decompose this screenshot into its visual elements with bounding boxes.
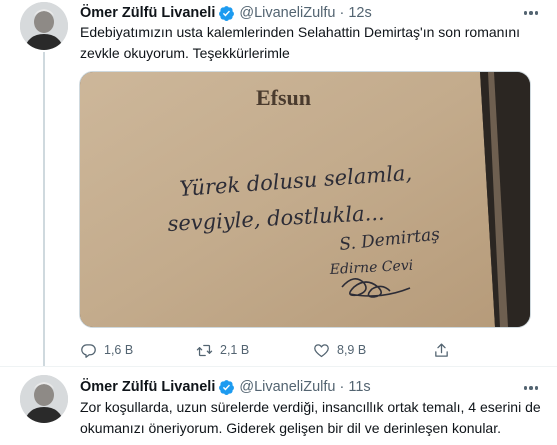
tweet-header: Ömer Zülfü Livaneli @LivaneliZulfu · 12s <box>80 3 372 23</box>
share-button[interactable] <box>433 342 457 359</box>
author-handle[interactable]: @LivaneliZulfu <box>239 5 335 21</box>
retweet-count: 2,1 B <box>220 343 250 357</box>
tweet-photo[interactable]: Efsun Yürek dolusu selamla, sevgiyle, do… <box>79 71 531 328</box>
tweet-text-line: zevkle okuyorum. Teşekkürlerimle <box>80 45 290 61</box>
tweet-text: Zor koşullarda, uzun sürelerde verdiği, … <box>80 397 541 439</box>
retweet-icon <box>196 344 213 356</box>
tweet-timestamp[interactable]: 12s <box>348 5 371 21</box>
reply-button[interactable]: 1,6 B <box>80 342 196 359</box>
tweet-actions: 1,6 B 2,1 B 8,9 B <box>80 341 457 359</box>
retweet-button[interactable]: 2,1 B <box>196 342 313 359</box>
author-name[interactable]: Ömer Zülfü Livaneli <box>80 5 215 21</box>
verified-badge-icon <box>219 5 235 21</box>
more-options-icon[interactable] <box>521 6 541 20</box>
separator-dot: · <box>339 5 345 21</box>
book-title: Efsun <box>256 85 311 110</box>
separator-dot: · <box>339 379 345 395</box>
more-options-icon[interactable] <box>521 381 541 395</box>
author-avatar[interactable] <box>20 375 68 423</box>
reply-icon <box>81 343 96 358</box>
share-icon <box>435 342 448 357</box>
tweet-2[interactable]: Ömer Zülfü Livaneli @LivaneliZulfu · 11s… <box>0 366 557 445</box>
thread-connector-line <box>43 52 45 366</box>
author-name[interactable]: Ömer Zülfü Livaneli <box>80 379 215 395</box>
tweet-text-line: Edebiyatımızın usta kalemlerinden Selaha… <box>80 24 521 40</box>
tweet-text-line: okumanızı öneriyorum. Giderek gelişen bi… <box>80 420 501 436</box>
tweet-text-line: Zor koşullarda, uzun sürelerde verdiği, … <box>80 399 541 415</box>
like-count: 8,9 B <box>337 343 367 357</box>
tweet-1[interactable]: Ömer Zülfü Livaneli @LivaneliZulfu · 12s… <box>0 0 557 366</box>
tweet-timestamp[interactable]: 11s <box>348 379 370 395</box>
verified-badge-icon <box>219 379 235 395</box>
author-handle[interactable]: @LivaneliZulfu <box>239 379 335 395</box>
tweet-header: Ömer Zülfü Livaneli @LivaneliZulfu · 11s <box>80 377 371 397</box>
like-icon <box>314 343 329 357</box>
reply-count: 1,6 B <box>104 343 134 357</box>
author-avatar[interactable] <box>20 2 68 50</box>
tweet-text: Edebiyatımızın usta kalemlerinden Selaha… <box>80 22 540 64</box>
like-button[interactable]: 8,9 B <box>313 342 433 359</box>
